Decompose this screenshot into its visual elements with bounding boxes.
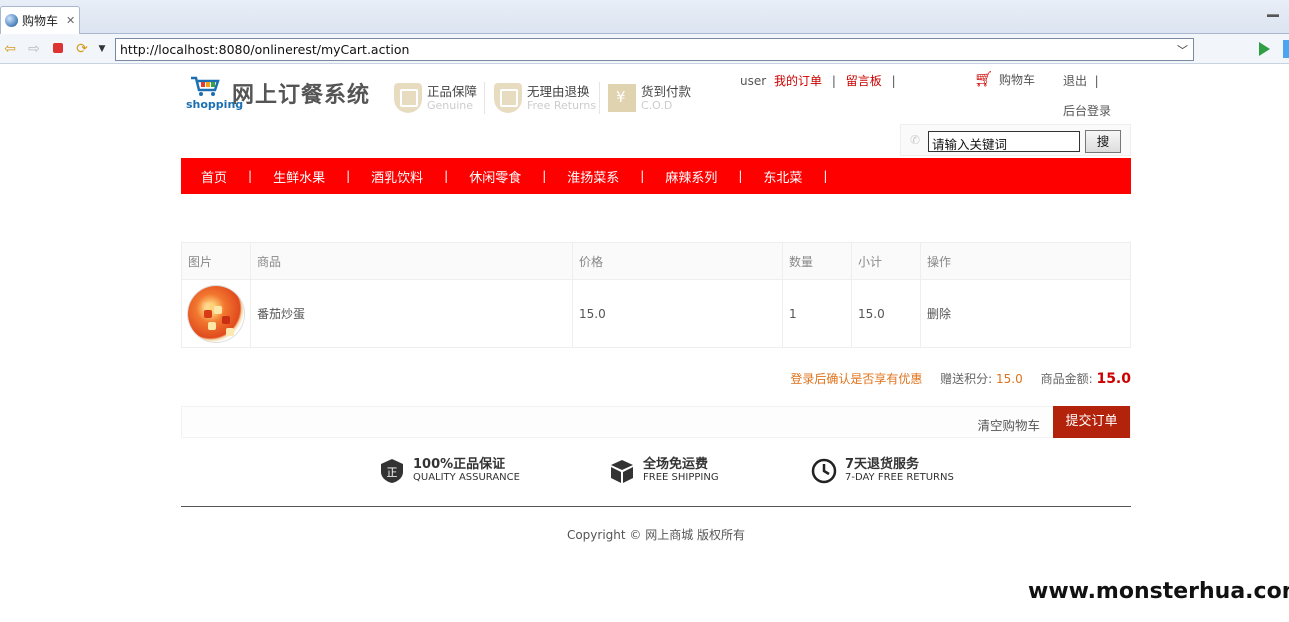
badge-subtitle: Genuine <box>427 99 474 112</box>
guarantee-title: 全场免运费 <box>643 457 709 472</box>
badge-cod: 货到付款 C.O.D <box>608 80 691 116</box>
url-text: http://localhost:8080/onlinerest/myCart.… <box>120 42 410 57</box>
admin-login-link[interactable]: 后台登录 <box>1063 102 1111 119</box>
menu-item-spicy[interactable]: 麻辣系列 <box>665 167 717 186</box>
badge-title: 正品保障 <box>427 84 478 99</box>
table-row: 番茄炒蛋 15.0 1 15.0 删除 <box>181 279 1131 348</box>
product-quantity: 1 <box>782 279 852 348</box>
copyright-text: Copyright © 网上商城 版权所有 <box>566 528 746 542</box>
shield-icon <box>494 83 522 113</box>
chevron-down-icon[interactable]: ﹀ <box>1177 42 1188 58</box>
browser-tab-bar: 购物车 ✕ <box>0 0 1289 34</box>
cart-table: 图片 商品 价格 数量 小计 操作 番茄炒蛋 15.0 1 15.0 删除 <box>181 242 1131 348</box>
login-discount-hint[interactable]: 登录后确认是否享有优惠 <box>790 372 922 386</box>
logout-link[interactable]: 退出 | <box>1063 72 1099 89</box>
badge-title: 无理由退换 <box>527 84 590 99</box>
quality-shield-icon: 正 <box>381 458 403 483</box>
guarantee-title: 7天退货服务 <box>845 457 920 472</box>
guarantee-quality: 正 100%正品保证 QUALITY ASSURANCE <box>379 457 520 484</box>
clock-icon <box>811 458 837 483</box>
badge-subtitle: C.O.D <box>641 99 673 112</box>
footer-divider <box>181 506 1131 507</box>
amount-value: 15.0 <box>1096 371 1131 387</box>
order-summary: 登录后确认是否享有优惠 赠送积分: 15.0 商品金额: 15.0 <box>790 370 1131 387</box>
menu-item-fresh-fruit[interactable]: 生鲜水果 <box>273 167 325 186</box>
refresh-icon[interactable]: ⟳ <box>74 41 90 57</box>
forward-icon[interactable]: ⇨ <box>26 41 42 57</box>
stop-icon[interactable] <box>50 41 66 57</box>
menu-item-huaiyang[interactable]: 淮扬菜系 <box>567 167 619 186</box>
column-header: 图片 <box>181 242 251 280</box>
top-user-nav: user 我的订单 | 留言板 | <box>740 74 896 88</box>
badge-genuine: 正品保障 Genuine <box>394 80 477 116</box>
guarantee-title: 100%正品保证 <box>413 457 506 472</box>
guarantee-subtitle: 7-DAY FREE RETURNS <box>845 472 954 483</box>
my-orders-link[interactable]: 我的订单 <box>774 74 822 88</box>
phone-icon: ✆ <box>910 133 921 147</box>
divider <box>484 82 485 114</box>
amount-label: 商品金额: <box>1040 372 1093 386</box>
guestbook-link[interactable]: 留言板 <box>846 74 882 88</box>
menu-item-home[interactable]: 首页 <box>201 167 227 186</box>
go-icon[interactable] <box>1259 42 1270 56</box>
cart-action-bar: 清空购物车 提交订单 <box>181 406 1131 438</box>
address-bar[interactable]: http://localhost:8080/onlinerest/myCart.… <box>115 38 1194 61</box>
menu-dropdown-icon[interactable]: ▼ <box>94 41 110 57</box>
package-icon <box>611 459 633 483</box>
badge-subtitle: Free Returns <box>527 99 597 112</box>
site-title: 网上订餐系统 <box>232 83 371 108</box>
close-tab-icon[interactable]: ✕ <box>66 14 75 27</box>
product-image-cell <box>181 279 251 348</box>
globe-icon <box>5 14 18 27</box>
badge-free-returns: 无理由退换 Free Returns <box>494 80 596 116</box>
svg-text:正: 正 <box>387 466 398 479</box>
browser-tab[interactable]: 购物车 ✕ <box>0 6 80 34</box>
column-header: 操作 <box>920 242 1131 280</box>
shopping-cart-logo-icon <box>191 76 220 96</box>
submit-order-button[interactable]: 提交订单 <box>1053 406 1130 438</box>
category-menu: 首页 | 生鲜水果 | 酒乳饮料 | 休闲零食 | 淮扬菜系 | 麻辣系列 | 东北菜 | <box>181 158 1131 194</box>
product-subtotal: 15.0 <box>851 279 921 348</box>
username: user <box>740 74 767 88</box>
product-name[interactable]: 番茄炒蛋 <box>250 279 573 348</box>
column-header: 价格 <box>572 242 783 280</box>
badge-title: 货到付款 <box>641 84 692 99</box>
points-label: 赠送积分: <box>940 372 993 386</box>
search-button[interactable]: 搜 <box>1085 130 1121 153</box>
search-input[interactable]: 请输入关键词 <box>928 131 1080 152</box>
clear-cart-link[interactable]: 清空购物车 <box>977 415 1040 434</box>
shield-icon <box>394 83 422 113</box>
search-area: ✆ 请输入关键词 搜 <box>900 124 1131 156</box>
column-header: 小计 <box>851 242 921 280</box>
guarantee-returns: 7天退货服务 7-DAY FREE RETURNS <box>811 457 954 484</box>
site-logo[interactable]: shopping <box>186 74 243 114</box>
column-header: 商品 <box>250 242 573 280</box>
guarantee-shipping: 全场免运费 FREE SHIPPING <box>609 457 719 484</box>
back-icon[interactable]: ⇦ <box>2 41 18 57</box>
watermark: www.monsterhua.com <box>1028 570 1289 614</box>
points-value: 15.0 <box>996 372 1023 386</box>
product-price: 15.0 <box>572 279 783 348</box>
cart-icon: 🛒︎ <box>974 70 994 88</box>
delete-link[interactable]: 删除 <box>920 279 1131 348</box>
column-header: 数量 <box>782 242 852 280</box>
guarantee-subtitle: QUALITY ASSURANCE <box>413 472 520 483</box>
divider <box>599 82 600 114</box>
table-header-row: 图片 商品 价格 数量 小计 操作 <box>181 242 1131 280</box>
side-panel-tab[interactable] <box>1283 40 1289 58</box>
tab-title: 购物车 <box>22 14 59 28</box>
product-image[interactable] <box>188 285 244 342</box>
guarantee-subtitle: FREE SHIPPING <box>643 472 719 483</box>
browser-nav-bar: ⇦ ⇨ ⟳ ▼ http://localhost:8080/onlinerest… <box>0 34 1289 64</box>
cash-box-icon <box>608 84 636 112</box>
menu-item-snacks[interactable]: 休闲零食 <box>469 167 521 186</box>
minimize-icon[interactable] <box>1267 14 1279 17</box>
menu-item-drinks[interactable]: 酒乳饮料 <box>371 167 423 186</box>
menu-item-northeast[interactable]: 东北菜 <box>763 167 802 186</box>
cart-link[interactable]: 🛒︎ 购物车 <box>974 70 1035 88</box>
cart-link-label: 购物车 <box>999 72 1036 87</box>
